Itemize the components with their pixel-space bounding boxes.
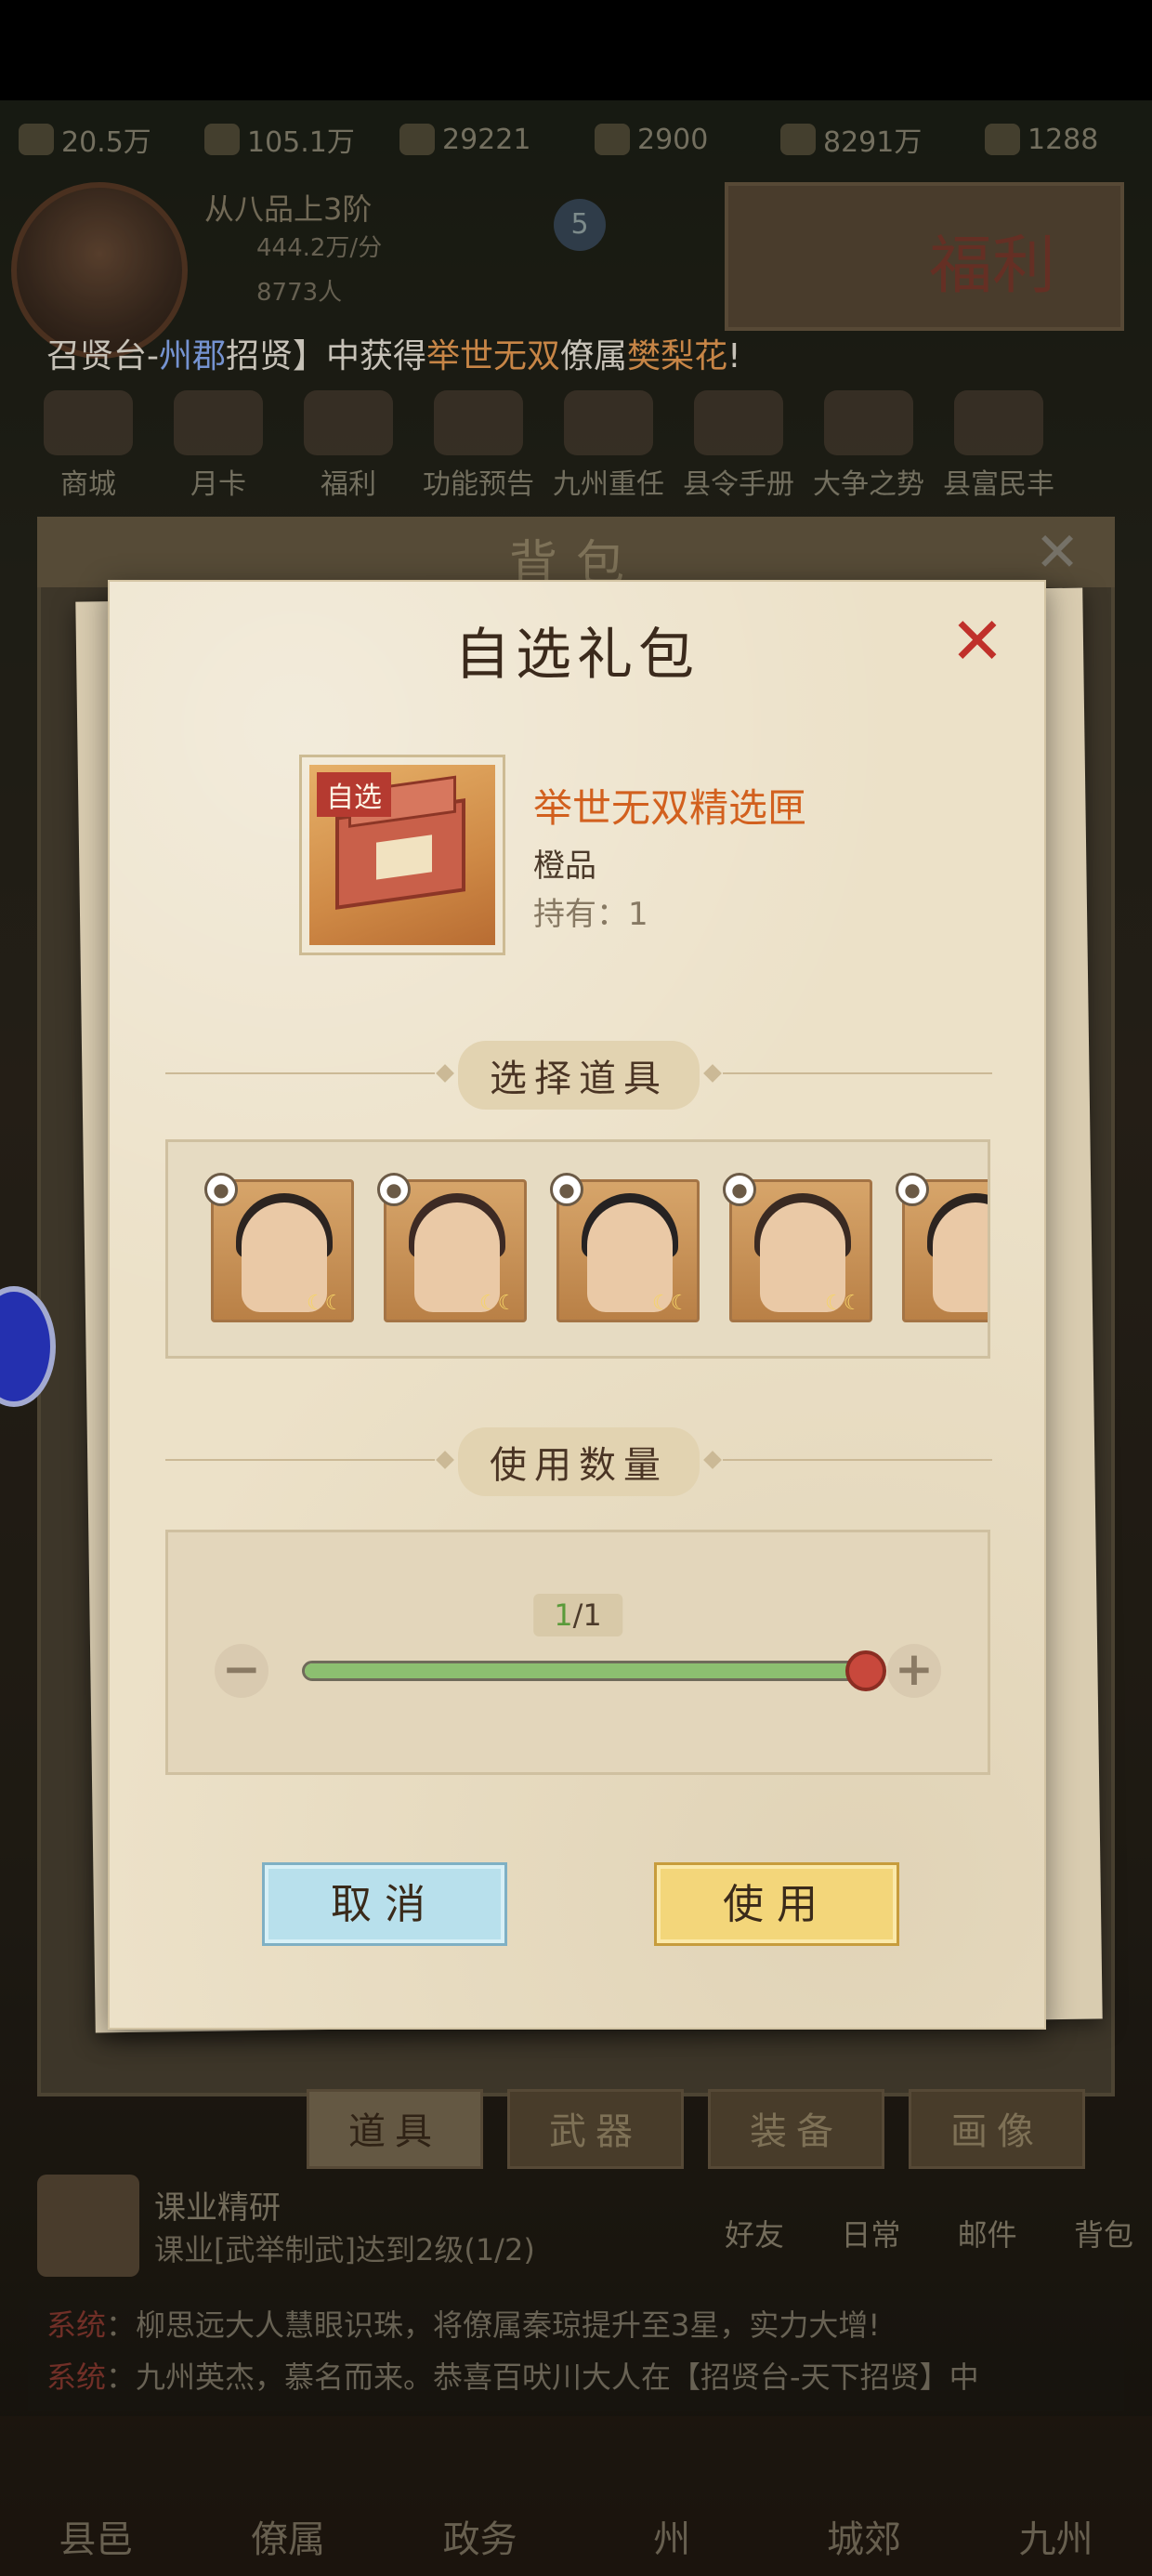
divider-dot [703,1451,722,1469]
item-icon-frame: 自选 [299,755,505,955]
grade-icon: ☾☾ [825,1292,862,1315]
slider-fill [305,1663,866,1678]
quantity-selector: 1/1 − + [165,1530,990,1775]
close-icon[interactable]: ✕ [944,608,1011,675]
quantity-label: 使用数量 [458,1427,700,1496]
grade-icon: ☾☾ [652,1292,689,1315]
hero-card[interactable]: ● ☾☾ [723,1173,872,1322]
item-quality: 橙品 [533,848,596,885]
quantity-readout: 1/1 [533,1594,622,1636]
optional-gift-dialog: 自选礼包 ✕ 自选 举世无双精选匣 橙品 持有：1 选择道具 ● ☾☾ ● ☾☾ [108,580,1046,2030]
increase-button[interactable]: + [887,1644,941,1698]
slider-handle[interactable] [845,1650,886,1691]
hero-portrait [933,1203,988,1312]
hero-card[interactable]: ● ☾☾ [204,1173,354,1322]
divider-dot [436,1064,454,1083]
optional-tag: 自选 [317,772,391,817]
select-item-label: 选择道具 [458,1041,700,1110]
item-name: 举世无双精选匣 [533,785,807,831]
class-icon: ● [204,1173,238,1206]
divider-dot [703,1064,722,1083]
quantity-slider[interactable] [302,1650,886,1691]
class-icon: ● [550,1173,583,1206]
class-icon: ● [377,1173,411,1206]
hero-card[interactable]: ● [896,1173,988,1322]
quantity-header: 使用数量 [165,1427,992,1496]
dialog-title: 自选礼包 [454,623,700,688]
class-icon: ● [896,1173,929,1206]
select-item-header: 选择道具 [165,1041,992,1110]
chest-icon: 自选 [309,765,495,945]
hero-card[interactable]: ● ☾☾ [550,1173,700,1322]
grade-icon: ☾☾ [307,1292,344,1315]
grade-icon: ☾☾ [479,1292,517,1315]
item-owned-count: 持有：1 [533,896,648,933]
decrease-button[interactable]: − [215,1644,268,1698]
hero-choice-list[interactable]: ● ☾☾ ● ☾☾ ● ☾☾ ● ☾☾ ● [165,1139,990,1359]
class-icon: ● [723,1173,756,1206]
divider-dot [436,1451,454,1469]
cancel-button[interactable]: 取消 [262,1862,507,1946]
hero-card[interactable]: ● ☾☾ [377,1173,527,1322]
use-button[interactable]: 使用 [654,1862,899,1946]
